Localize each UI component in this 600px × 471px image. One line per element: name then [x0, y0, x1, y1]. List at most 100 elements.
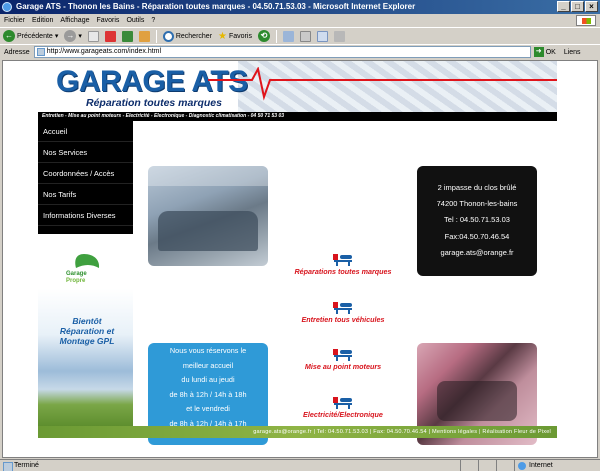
garage-propre-line2: Propre [66, 278, 86, 284]
contact-city: 74200 Thonon-les-bains [436, 199, 518, 209]
status-cell [461, 459, 479, 471]
menu-favoris[interactable]: Favoris [96, 17, 119, 24]
maximize-button[interactable]: □ [571, 1, 584, 12]
gpl-line: Réparation et [59, 326, 115, 336]
services-strap: Entretien - Mise au point moteurs - Elec… [38, 112, 557, 121]
service-electricite[interactable]: Electricité/Electronique [278, 395, 408, 419]
back-arrow-icon: ← [3, 30, 15, 42]
menu-help[interactable]: ? [151, 17, 155, 24]
contact-tel: Tel : 04.50.71.53.03 [444, 215, 510, 225]
back-button[interactable]: ← Précédente ▾ [3, 30, 58, 42]
contact-email[interactable]: garage.ats@orange.fr [417, 245, 537, 261]
address-input[interactable]: http://www.garageats.com/index.html [33, 46, 531, 58]
status-cell [479, 459, 497, 471]
refresh-icon[interactable] [121, 30, 133, 42]
car-lift-icon [333, 302, 352, 314]
windows-logo-icon [576, 15, 596, 26]
page-icon [36, 48, 45, 56]
search-button[interactable]: Rechercher [162, 30, 213, 42]
go-label: OK [545, 48, 556, 56]
menu-affichage[interactable]: Affichage [60, 17, 89, 24]
main-nav: Accueil Nos Services Coordonnées / Accès… [38, 121, 151, 234]
garage-propre-text: Garage Propre [66, 271, 87, 285]
car-lift-icon [333, 254, 352, 266]
browser-viewport: GARAGE ATS Réparation toutes marques Ent… [2, 60, 598, 458]
nav-informations[interactable]: Informations Diverses [38, 205, 133, 226]
car-lift-icon [333, 397, 352, 409]
home-icon[interactable] [138, 30, 150, 42]
contact-panel: 2 impasse du clos brûlé 74200 Thonon-les… [417, 166, 537, 276]
menu-bar: Fichier Edition Affichage Favoris Outils… [0, 14, 600, 27]
window-titlebar: Garage ATS - Thonon les Bains - Réparati… [0, 0, 600, 14]
ie-icon [2, 2, 12, 12]
toolbar: ← Précédente ▾ → ▾ Rechercher ★ Favoris … [0, 27, 600, 44]
mail-icon[interactable] [282, 30, 294, 42]
service-reparations[interactable]: Réparations toutes marques [278, 252, 408, 276]
sidebar: Accueil Nos Services Coordonnées / Accès… [38, 121, 151, 426]
service-label: Réparations toutes marques [294, 267, 392, 276]
nav-tarifs[interactable]: Nos Tarifs [38, 184, 133, 205]
chevron-down-icon[interactable]: ▾ [55, 32, 59, 40]
service-label: Mise au point moteurs [304, 362, 382, 371]
site-footer[interactable]: garage.ats@orange.fr | Tel: 04.50.71.53.… [38, 426, 557, 438]
page-icon[interactable] [87, 30, 99, 42]
hours-line: Nous vous réservons le [169, 346, 247, 355]
history-icon[interactable]: ⟲ [257, 30, 270, 42]
garage-workshop-photo [148, 166, 268, 266]
status-text: Terminé [0, 459, 461, 471]
favorites-label: Favoris [229, 32, 252, 40]
menu-outils[interactable]: Outils [126, 17, 144, 24]
edit-icon[interactable] [316, 30, 328, 42]
go-arrow-icon: ➜ [533, 47, 544, 57]
address-url: http://www.garageats.com/index.html [46, 48, 162, 55]
service-label: Electricité/Electronique [303, 410, 383, 419]
security-zone: Internet [515, 460, 600, 471]
nav-services[interactable]: Nos Services [38, 142, 133, 163]
garage-propre-line1: Garage [66, 271, 87, 277]
back-label: Précédente [17, 32, 53, 40]
service-label: Entretien tous véhicules [301, 315, 385, 324]
window-title: Garage ATS - Thonon les Bains - Réparati… [16, 2, 416, 11]
service-mise-au-point[interactable]: Mise au point moteurs [278, 347, 408, 371]
minimize-button[interactable]: _ [557, 1, 570, 12]
hours-line: du lundi au jeudi [181, 375, 235, 384]
chevron-down-icon[interactable]: ▾ [78, 32, 82, 40]
status-bar: Terminé Internet [0, 459, 600, 471]
star-icon: ★ [218, 30, 227, 42]
forward-arrow-icon: → [64, 30, 77, 42]
favorites-button[interactable]: ★ Favoris [218, 31, 252, 42]
service-entretien[interactable]: Entretien tous véhicules [278, 300, 408, 324]
separator [155, 29, 157, 43]
main-content: Réparations toutes marques Entretien tou… [133, 121, 557, 445]
address-label: Adresse [4, 48, 30, 56]
menu-fichier[interactable]: Fichier [4, 17, 25, 24]
nav-coordonnees[interactable]: Coordonnées / Accès [38, 163, 133, 184]
contact-address: 2 impasse du clos brûlé [437, 183, 517, 192]
gpl-line: Bientôt [72, 316, 102, 326]
separator [275, 29, 277, 43]
gpl-announcement: Bientôt Réparation et Montage GPL [42, 316, 132, 346]
hours-line: et le vendredi [186, 404, 230, 413]
close-button[interactable]: × [585, 1, 598, 12]
links-button[interactable]: Liens [564, 49, 581, 56]
contact-fax: Fax:04.50.70.46.54 [444, 231, 510, 241]
hours-line: de 8h à 12h / 14h à 18h [169, 389, 247, 399]
address-bar: Adresse http://www.garageats.com/index.h… [0, 44, 600, 59]
stop-icon[interactable] [104, 30, 116, 42]
go-button[interactable]: ➜ OK [533, 47, 556, 57]
search-icon [162, 30, 174, 42]
status-cell [497, 459, 515, 471]
forward-button[interactable]: → ▾ [64, 30, 82, 42]
site-slogan: Réparation toutes marques [86, 97, 222, 109]
discuss-icon[interactable] [333, 30, 345, 42]
menu-edition[interactable]: Edition [32, 17, 53, 24]
website: GARAGE ATS Réparation toutes marques Ent… [38, 61, 557, 457]
nav-accueil[interactable]: Accueil [38, 121, 133, 142]
search-label: Rechercher [175, 32, 213, 40]
gpl-line: Montage GPL [59, 336, 115, 346]
ekg-line-icon [208, 67, 557, 101]
print-icon[interactable] [299, 30, 311, 42]
site-header: GARAGE ATS Réparation toutes marques Ent… [38, 61, 557, 121]
hours-line: meilleur accueil [182, 360, 234, 370]
car-lift-icon [333, 349, 352, 361]
